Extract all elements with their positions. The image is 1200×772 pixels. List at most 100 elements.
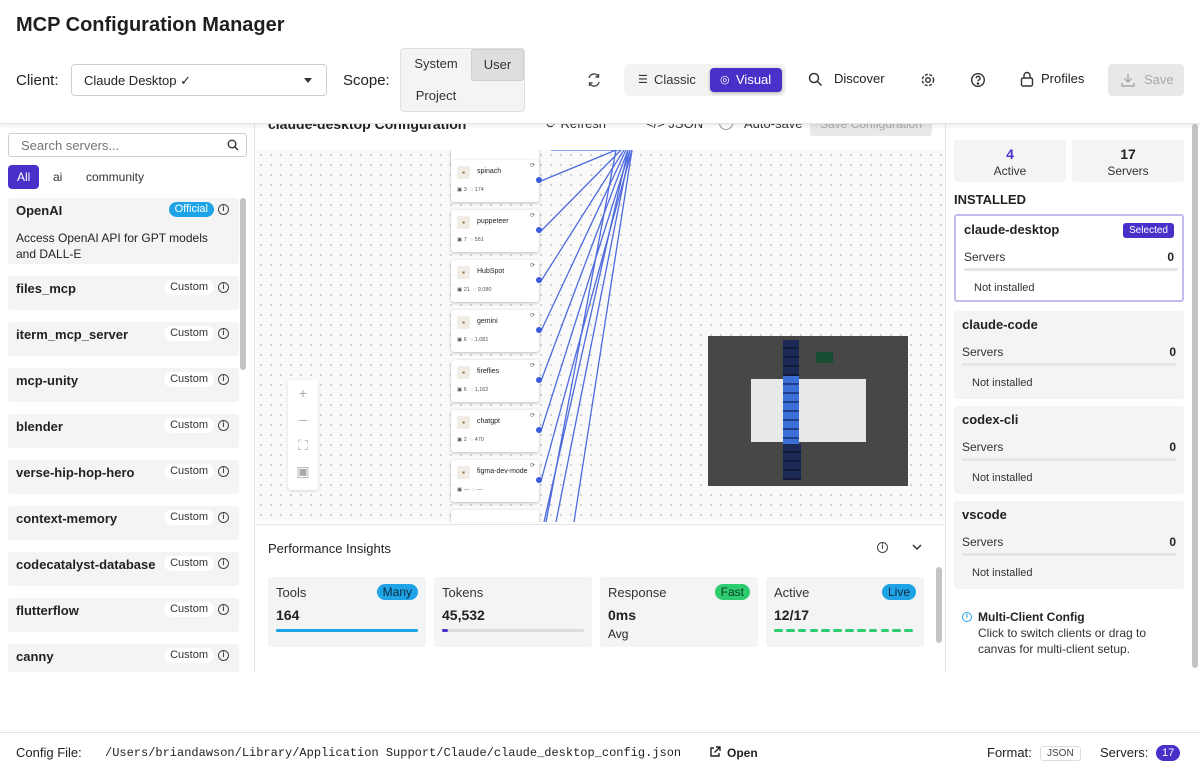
list-item[interactable]: codecatalyst-database Custom i bbox=[8, 552, 239, 586]
info-icon[interactable]: i bbox=[218, 466, 229, 477]
search-icon[interactable] bbox=[227, 139, 239, 151]
search-input[interactable] bbox=[8, 133, 247, 157]
filter-all[interactable]: All bbox=[8, 165, 40, 189]
info-icon[interactable]: i bbox=[218, 420, 229, 431]
node-name: HubSpot bbox=[477, 268, 505, 275]
zoom-in-icon[interactable]: + bbox=[288, 380, 318, 406]
info-icon[interactable]: i bbox=[218, 204, 229, 215]
profiles-button[interactable]: Profiles bbox=[1020, 63, 1084, 95]
node-handle[interactable] bbox=[536, 377, 542, 383]
filter-community[interactable]: community bbox=[77, 165, 153, 189]
refresh-icon[interactable]: ⟳ bbox=[530, 212, 535, 219]
list-item[interactable]: files_mcp Custom i bbox=[8, 276, 239, 310]
help-icon[interactable] bbox=[965, 67, 991, 93]
list-item[interactable]: flutterflow Custom i bbox=[8, 598, 239, 632]
server-node[interactable]: ▪ spinach ⟳ ▣ 3 ◌ 174 bbox=[451, 160, 542, 202]
info-icon[interactable]: i bbox=[218, 558, 229, 569]
refresh-icon[interactable]: ⟳ bbox=[530, 462, 535, 469]
info-icon[interactable]: i bbox=[218, 282, 229, 293]
list-item[interactable]: mcp-unity Custom i bbox=[8, 368, 239, 402]
server-node[interactable]: ▪ fireflies ⟳ ▣ 6 ◌ 1,162 bbox=[451, 360, 542, 402]
network-icon: ◎ bbox=[720, 74, 730, 86]
info-icon[interactable]: i bbox=[218, 374, 229, 385]
view-classic-button[interactable]: ☰ Classic bbox=[628, 68, 708, 92]
info-icon[interactable]: i bbox=[218, 512, 229, 523]
client-name: claude-desktop bbox=[964, 222, 1060, 237]
info-icon[interactable]: i bbox=[218, 604, 229, 615]
server-node[interactable]: ▪ HubSpot ⟳ ▣ 21 ◌ 9,080 bbox=[451, 260, 542, 302]
canvas-area: claude-desktop Configuration ⟳ Refresh <… bbox=[256, 112, 944, 672]
info-icon[interactable]: i bbox=[218, 650, 229, 661]
active-segment bbox=[833, 629, 842, 632]
node-handle[interactable] bbox=[536, 427, 542, 433]
minimap[interactable] bbox=[708, 336, 908, 486]
fit-view-icon[interactable]: ⛶ bbox=[288, 432, 318, 458]
scope-project-button[interactable]: Project bbox=[403, 81, 469, 111]
discover-button[interactable]: Discover bbox=[808, 63, 885, 95]
client-select[interactable]: Claude Desktop ✓ bbox=[71, 64, 327, 96]
config-file-label: Config File: bbox=[16, 745, 82, 760]
active-segment bbox=[880, 629, 890, 632]
active-segments bbox=[774, 629, 916, 632]
metric-card-tokens: Tokens 45,532 bbox=[434, 577, 592, 647]
chevron-down-icon bbox=[304, 78, 312, 83]
sidebar-scrollbar[interactable] bbox=[240, 198, 246, 370]
list-item[interactable]: verse-hip-hop-hero Custom i bbox=[8, 460, 239, 494]
config-file-path: /Users/briandawson/Library/Application S… bbox=[105, 746, 682, 760]
metric-title: Tokens bbox=[442, 585, 484, 600]
refresh-icon[interactable]: ⟳ bbox=[530, 412, 535, 419]
chevron-down-icon[interactable] bbox=[912, 543, 922, 551]
package-icon: ▪ bbox=[457, 416, 470, 429]
info-icon: i bbox=[962, 612, 972, 622]
servers-stat: 17 Servers bbox=[1072, 140, 1184, 182]
scope-user-button[interactable]: User bbox=[471, 49, 524, 81]
node-handle[interactable] bbox=[536, 327, 542, 333]
open-button[interactable]: Open bbox=[709, 745, 758, 760]
lock-icon[interactable]: ▣ bbox=[288, 458, 318, 484]
list-item[interactable]: canny Custom i bbox=[8, 644, 239, 672]
client-card-codex-cli[interactable]: codex-cli Servers 0 Not installed bbox=[954, 406, 1184, 494]
list-item[interactable]: iterm_mcp_server Custom i bbox=[8, 322, 239, 356]
filter-ai[interactable]: ai bbox=[44, 165, 71, 189]
clients-scrollbar[interactable] bbox=[1192, 124, 1198, 668]
server-node[interactable]: ▪ chatgpt ⟳ ▣ 2 ◌ 470 bbox=[451, 410, 542, 452]
refresh-icon[interactable]: ⟳ bbox=[530, 162, 535, 169]
node-handle[interactable] bbox=[536, 477, 542, 483]
server-node[interactable] bbox=[451, 510, 539, 522]
server-badge: Custom bbox=[164, 602, 214, 617]
sync-icon[interactable] bbox=[581, 67, 607, 93]
flow-canvas[interactable]: ▪ spinach ⟳ ▣ 3 ◌ 174 ▪ puppeteer ⟳ ▣ 7 … bbox=[256, 150, 944, 522]
performance-scrollbar[interactable] bbox=[936, 567, 942, 643]
info-icon[interactable]: i bbox=[218, 328, 229, 339]
client-card-claude-code[interactable]: claude-code Servers 0 Not installed bbox=[954, 311, 1184, 399]
info-icon[interactable]: i bbox=[877, 542, 888, 553]
list-item[interactable]: context-memory Custom i bbox=[8, 506, 239, 540]
scope-system-button[interactable]: System bbox=[403, 49, 469, 79]
refresh-icon[interactable]: ⟳ bbox=[530, 262, 535, 269]
servers-count: 17 bbox=[1120, 146, 1136, 162]
list-item[interactable]: OpenAI Official i Access OpenAI API for … bbox=[8, 198, 239, 264]
list-item[interactable]: blender Custom i bbox=[8, 414, 239, 448]
gear-icon[interactable] bbox=[915, 67, 941, 93]
server-badge: Custom bbox=[164, 464, 214, 479]
server-node[interactable]: ▪ puppeteer ⟳ ▣ 7 ◌ 551 bbox=[451, 210, 542, 252]
node-meta: ▣ — ◌ — bbox=[457, 487, 483, 493]
view-toggle: ☰ Classic ◎ Visual bbox=[624, 64, 786, 96]
refresh-icon[interactable]: ⟳ bbox=[530, 312, 535, 319]
discover-label: Discover bbox=[834, 71, 885, 86]
client-card-vscode[interactable]: vscode Servers 0 Not installed bbox=[954, 501, 1184, 589]
metric-badge: Fast bbox=[714, 584, 750, 600]
node-handle[interactable] bbox=[536, 177, 542, 183]
save-button[interactable]: Save bbox=[1108, 64, 1184, 96]
server-name: context-memory bbox=[16, 511, 118, 526]
client-card-claude-desktop[interactable]: claude-desktop Selected Servers 0 Not in… bbox=[954, 214, 1184, 302]
zoom-out-icon[interactable]: – bbox=[288, 406, 318, 432]
node-handle[interactable] bbox=[536, 227, 542, 233]
view-visual-button[interactable]: ◎ Visual bbox=[710, 68, 782, 92]
client-servers-count: 0 bbox=[1169, 535, 1176, 549]
server-node[interactable]: ▪ gemini ⟳ ▣ 6 ◌ 1,081 bbox=[451, 310, 542, 352]
refresh-icon[interactable]: ⟳ bbox=[530, 362, 535, 369]
node-handle[interactable] bbox=[536, 277, 542, 283]
server-node[interactable]: ▪ figma-dev-mode ⟳ ▣ — ◌ — bbox=[451, 460, 542, 502]
client-servers-label: Servers bbox=[962, 345, 1004, 359]
